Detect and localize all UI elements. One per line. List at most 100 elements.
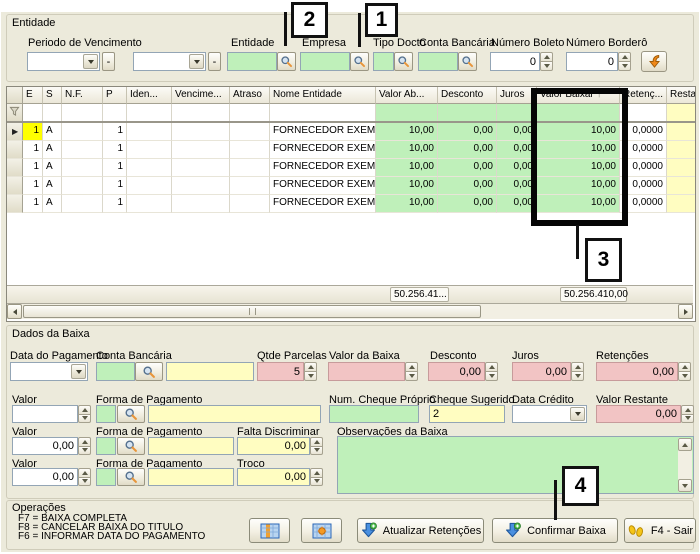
cell-e[interactable]: 1 — [23, 141, 43, 159]
valor-baixa-spinner[interactable] — [405, 362, 418, 381]
desconto-field[interactable]: 0,00 — [428, 362, 485, 381]
cell-indicator[interactable] — [7, 195, 23, 213]
periodo-from-dropdown-button[interactable] — [83, 54, 98, 69]
column-header-e[interactable]: E — [23, 87, 43, 104]
grid-row[interactable]: 1A1FORNECEDOR EXEMPLO10,000,000,0010,000… — [7, 195, 696, 213]
cell-atraso[interactable] — [230, 195, 270, 213]
cell-vbaixar[interactable]: 10,00 — [537, 177, 620, 195]
cell-retenc[interactable]: 0,0000 — [620, 123, 667, 141]
forma3-desc-field[interactable] — [148, 468, 234, 486]
filter-cell-vab[interactable] — [376, 104, 438, 121]
filter-cell-s[interactable] — [43, 104, 62, 121]
filter-cell-e[interactable] — [23, 104, 43, 121]
horizontal-scrollbar[interactable] — [7, 304, 693, 319]
qtde-parcelas-spinner[interactable] — [304, 362, 317, 381]
cell-vab[interactable]: 10,00 — [376, 159, 438, 177]
cell-iden[interactable] — [127, 177, 172, 195]
column-header-juros[interactable]: Juros — [497, 87, 537, 104]
cell-atraso[interactable] — [230, 123, 270, 141]
spin-down-icon[interactable] — [78, 414, 91, 424]
grid-row[interactable]: 1A1FORNECEDOR EXEMPLO10,000,000,0010,000… — [7, 177, 696, 195]
spin-down-icon[interactable] — [310, 446, 323, 456]
grid-options-button[interactable] — [301, 518, 342, 543]
cell-p[interactable]: 1 — [103, 123, 127, 141]
forma1-desc-field[interactable] — [148, 405, 321, 423]
forma2-desc-field[interactable] — [148, 437, 234, 455]
data-pagamento-combo[interactable] — [10, 362, 88, 381]
spin-down-icon[interactable] — [78, 477, 91, 487]
cell-nome[interactable]: FORNECEDOR EXEMPLO — [270, 177, 376, 195]
cell-e[interactable]: 1 — [23, 195, 43, 213]
grid-layout-button[interactable] — [249, 518, 290, 543]
scrollbar-thumb[interactable] — [23, 305, 481, 318]
scroll-up-button[interactable] — [678, 438, 692, 451]
filter-apply-button[interactable] — [641, 51, 667, 72]
grid-row[interactable]: 1A1FORNECEDOR EXEMPLO10,000,000,0010,000… — [7, 159, 696, 177]
juros-field[interactable]: 0,00 — [512, 362, 571, 381]
filter-cell-desc[interactable] — [438, 104, 497, 121]
cell-desc[interactable]: 0,00 — [438, 195, 497, 213]
scroll-left-button[interactable] — [7, 304, 22, 319]
cell-vab[interactable]: 10,00 — [376, 195, 438, 213]
periodo-from-combo[interactable] — [27, 52, 100, 71]
cell-nome[interactable]: FORNECEDOR EXEMPLO — [270, 141, 376, 159]
conta-bancaria-desc-field[interactable] — [166, 362, 254, 381]
cell-e[interactable]: 1 — [23, 177, 43, 195]
cell-desc[interactable]: 0,00 — [438, 177, 497, 195]
empresa-field[interactable] — [300, 52, 350, 71]
cell-juros[interactable]: 0,00 — [497, 123, 537, 141]
cheque-sugerido-field[interactable]: 2 — [429, 405, 505, 423]
cell-vbaixar[interactable]: 10,00 — [537, 159, 620, 177]
cell-e[interactable]: 1 — [23, 159, 43, 177]
spin-down-icon[interactable] — [78, 446, 91, 456]
empresa-search-button[interactable] — [350, 52, 369, 71]
column-header-venc[interactable]: Vencime... — [172, 87, 230, 104]
valor-restante-field[interactable]: 0,00 — [596, 405, 681, 423]
cell-vab[interactable]: 10,00 — [376, 177, 438, 195]
valor-baixa-field[interactable] — [328, 362, 405, 381]
observacoes-textarea[interactable] — [337, 436, 694, 494]
filter-cell-nf[interactable] — [62, 104, 103, 121]
grid-row[interactable]: ▶1A1FORNECEDOR EXEMPLO10,000,000,0010,00… — [7, 123, 696, 141]
cell-juros[interactable]: 0,00 — [497, 141, 537, 159]
troco-field[interactable]: 0,00 — [237, 468, 310, 486]
periodo-to-clear-button[interactable]: - — [208, 52, 221, 71]
cell-nf[interactable] — [62, 195, 103, 213]
valor1-field[interactable] — [12, 405, 78, 423]
forma2-search-button[interactable] — [117, 437, 145, 455]
column-header-s[interactable]: S — [43, 87, 62, 104]
cell-vab[interactable]: 10,00 — [376, 141, 438, 159]
spin-down-icon[interactable] — [485, 371, 498, 381]
cell-nome[interactable]: FORNECEDOR EXEMPLO — [270, 123, 376, 141]
desconto-spinner[interactable] — [485, 362, 498, 381]
cell-p[interactable]: 1 — [103, 159, 127, 177]
sair-button[interactable]: F4 - Sair — [624, 518, 696, 543]
forma1-search-button[interactable] — [117, 405, 145, 423]
column-header-p[interactable]: P — [103, 87, 127, 104]
cell-s[interactable]: A — [43, 159, 62, 177]
spin-down-icon[interactable] — [310, 477, 323, 487]
cell-desc[interactable]: 0,00 — [438, 141, 497, 159]
qtde-parcelas-field[interactable]: 5 — [257, 362, 304, 381]
numero-bordero-field[interactable]: 0 — [566, 52, 618, 71]
data-credito-dropdown-button[interactable] — [570, 407, 585, 421]
cell-vab[interactable]: 10,00 — [376, 123, 438, 141]
scroll-right-button[interactable] — [678, 304, 693, 319]
spin-down-icon[interactable] — [304, 371, 317, 381]
filter-cell-juros[interactable] — [497, 104, 537, 121]
cell-juros[interactable]: 0,00 — [497, 195, 537, 213]
cell-atraso[interactable] — [230, 141, 270, 159]
cell-nf[interactable] — [62, 123, 103, 141]
cell-vbaixar[interactable]: 10,00 — [537, 123, 620, 141]
cell-juros[interactable]: 0,00 — [497, 159, 537, 177]
cell-indicator[interactable] — [7, 177, 23, 195]
forma1-code-field[interactable] — [96, 405, 116, 423]
column-header-nf[interactable]: N.F. — [62, 87, 103, 104]
cell-indicator[interactable] — [7, 141, 23, 159]
column-header-vab[interactable]: Valor Ab... — [376, 87, 438, 104]
retencoes-field[interactable]: 0,00 — [596, 362, 678, 381]
spin-down-icon[interactable] — [678, 371, 691, 381]
periodo-from-clear-button[interactable]: - — [102, 52, 115, 71]
periodo-to-combo[interactable] — [133, 52, 206, 71]
cell-retenc[interactable]: 0,0000 — [620, 177, 667, 195]
